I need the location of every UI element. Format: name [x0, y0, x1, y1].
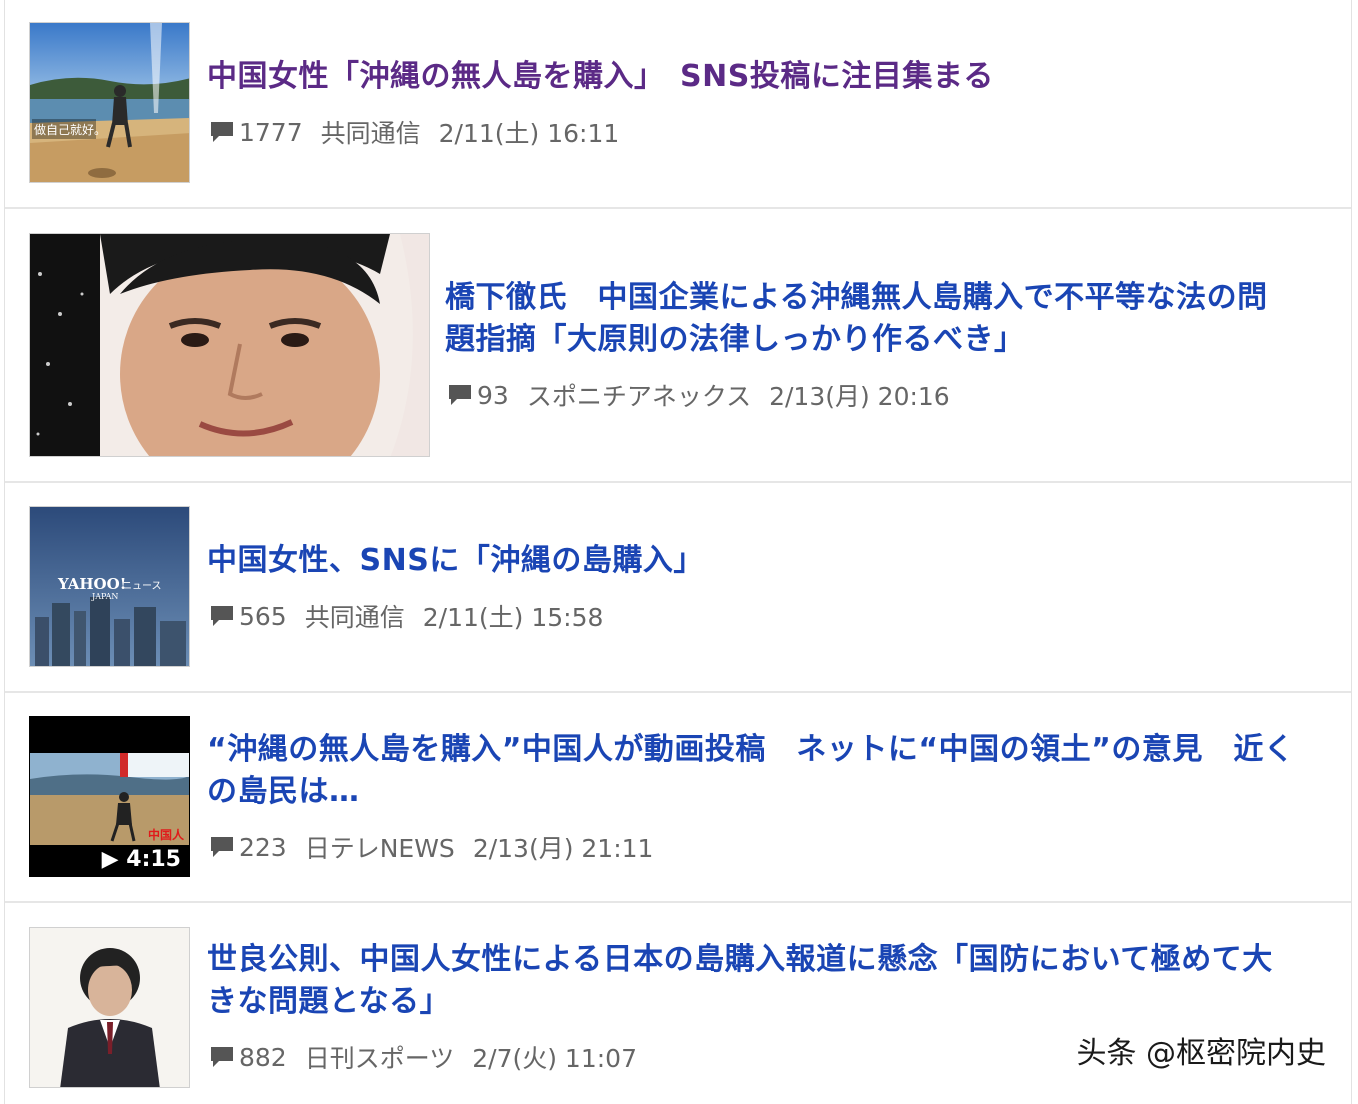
article-title-line[interactable]: 題指摘「大原則の法律しっかり作るべき」 — [445, 322, 1025, 357]
comment-count: 93 — [477, 380, 509, 410]
article-source: スポニチアネックス — [526, 382, 752, 411]
comment-count: 223 — [239, 832, 287, 862]
article-title-link[interactable]: “沖縄の無人島を購入”中国人が動画投稿 ネットに“中国の領土”の意見 近く の島… — [207, 729, 1294, 813]
article-title-link[interactable]: 世良公則、中国人女性による日本の島購入報道に懸念「国防において極めて大 きな問題… — [207, 939, 1273, 1023]
article-date: 2/13(月) 21:11 — [472, 834, 654, 863]
article-source: 日刊スポーツ — [304, 1044, 455, 1073]
list-item[interactable]: 中国人 ▶ 4:15 “沖縄の無人島を購入”中国人が動画投稿 ネットに“中国の領… — [5, 693, 1351, 903]
article-title-link[interactable]: 中国女性、SNSに「沖縄の島購入」 — [207, 540, 704, 582]
comment-icon — [447, 383, 473, 407]
duration-text: 4:15 — [126, 847, 181, 872]
article-source: 共同通信 — [304, 603, 405, 632]
article-source: 共同通信 — [320, 119, 421, 148]
article-thumbnail[interactable] — [29, 233, 430, 457]
article-title-line[interactable]: 世良公則、中国人女性による日本の島購入報道に懸念「国防において極めて大 — [207, 942, 1273, 977]
yahoo-logo-news: ニュース — [122, 581, 162, 592]
comment-count: 882 — [239, 1042, 287, 1072]
comment-count: 565 — [239, 601, 287, 631]
article-title-line[interactable]: 橋下徹氏 中国企業による沖縄無人島購入で不平等な法の問 — [445, 280, 1268, 315]
article-title-line[interactable]: “沖縄の無人島を購入”中国人が動画投稿 ネットに“中国の領土”の意見 近く — [207, 732, 1294, 767]
article-date: 2/11(土) 15:58 — [422, 603, 604, 632]
article-title-line[interactable]: きな問題となる」 — [207, 984, 450, 1019]
article-meta: 565 共同通信 2/11(土) 15:58 — [209, 598, 603, 634]
article-title-link[interactable]: 橋下徹氏 中国企業による沖縄無人島購入で不平等な法の問 題指摘「大原則の法律しっ… — [445, 277, 1268, 361]
article-date: 2/7(火) 11:07 — [472, 1044, 637, 1073]
thumb-caption: 做自己就好。 — [34, 122, 106, 137]
yahoo-logo-text: YAHOO! — [57, 575, 126, 593]
video-duration: ▶ 4:15 — [102, 847, 181, 872]
comment-icon — [209, 1045, 235, 1069]
list-item[interactable]: 做自己就好。 中国女性「沖縄の無人島を購入」 SNS投稿に注目集まる 1777 … — [5, 0, 1351, 209]
article-meta: 1777 共同通信 2/11(土) 16:11 — [209, 114, 619, 150]
play-icon: ▶ — [101, 847, 119, 872]
article-title-line[interactable]: の島民は… — [207, 774, 360, 809]
watermark: 头条 @枢密院内史 — [1076, 1036, 1326, 1071]
list-item[interactable]: YAHOO! ニュース JAPAN 中国女性、SNSに「沖縄の島購入」 565 … — [5, 483, 1351, 693]
video-thumbnail[interactable]: 中国人 ▶ 4:15 — [29, 716, 190, 877]
video-overlay-text: 中国人 — [148, 827, 185, 842]
article-date: 2/11(土) 16:11 — [438, 119, 620, 148]
yahoo-logo-sub: JAPAN — [91, 592, 118, 601]
comment-count: 1777 — [239, 117, 303, 147]
list-item[interactable]: 橋下徹氏 中国企業による沖縄無人島購入で不平等な法の問 題指摘「大原則の法律しっ… — [5, 209, 1351, 483]
article-meta: 223 日テレNEWS 2/13(月) 21:11 — [209, 829, 653, 865]
news-list: 做自己就好。 中国女性「沖縄の無人島を購入」 SNS投稿に注目集まる 1777 … — [4, 0, 1352, 1104]
article-thumbnail[interactable] — [29, 927, 190, 1088]
article-thumbnail[interactable]: YAHOO! ニュース JAPAN — [29, 506, 190, 667]
article-title-link[interactable]: 中国女性「沖縄の無人島を購入」 SNS投稿に注目集まる — [207, 56, 994, 98]
article-thumbnail[interactable]: 做自己就好。 — [29, 22, 190, 183]
comment-icon — [209, 604, 235, 628]
comment-icon — [209, 120, 235, 144]
article-date: 2/13(月) 20:16 — [769, 382, 950, 411]
comment-icon — [209, 835, 235, 859]
article-meta: 882 日刊スポーツ 2/7(火) 11:07 — [209, 1039, 637, 1075]
article-source: 日テレNEWS — [304, 834, 455, 863]
article-meta: 93 スポニチアネックス 2/13(月) 20:16 — [447, 377, 950, 413]
list-item[interactable]: 世良公則、中国人女性による日本の島購入報道に懸念「国防において極めて大 きな問題… — [5, 903, 1351, 1104]
